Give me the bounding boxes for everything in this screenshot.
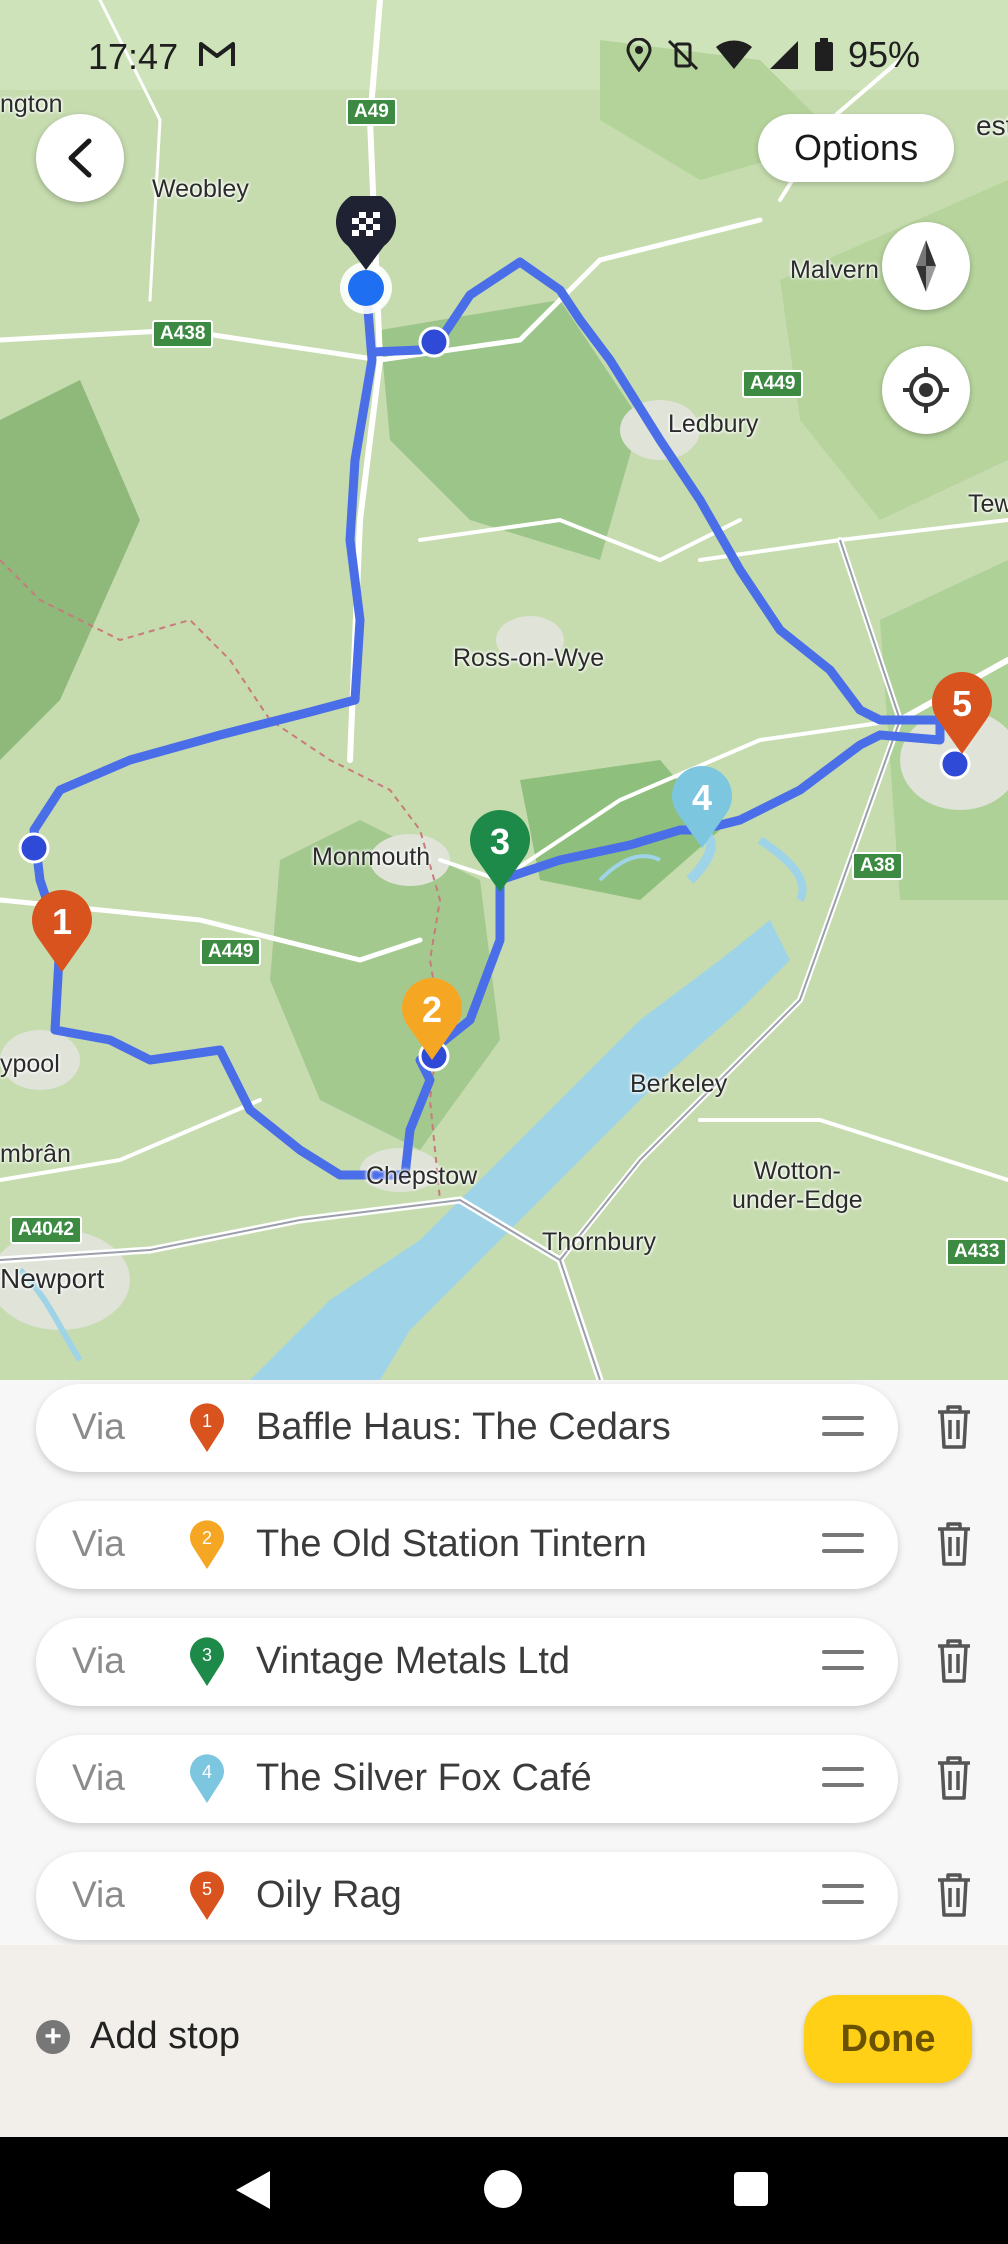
delete-stop-1-icon[interactable] xyxy=(934,1404,974,1450)
drag-handle-icon[interactable] xyxy=(822,1884,864,1908)
compass-icon xyxy=(916,240,936,292)
road-shield: A4042 xyxy=(10,1216,82,1244)
road-shield: A38 xyxy=(852,852,903,880)
stop-pin-icon: 3 xyxy=(190,1637,224,1686)
stop-name: Vintage Metals Ltd xyxy=(256,1640,571,1682)
delete-stop-3-icon[interactable] xyxy=(934,1638,974,1684)
stop-via-label: Via xyxy=(72,1757,125,1798)
add-stop-button[interactable]: + Add stop xyxy=(36,2015,240,2058)
place-label: Monmouth xyxy=(312,843,431,871)
place-label: Chepstow xyxy=(366,1162,478,1190)
stop-pin-number: 3 xyxy=(202,1645,212,1665)
stop-row[interactable]: Via 5 Oily Rag xyxy=(36,1852,898,1940)
stop-row[interactable]: Via 1 Baffle Haus: The Cedars xyxy=(36,1384,898,1472)
drag-handle-icon[interactable] xyxy=(822,1650,864,1674)
nav-back-icon[interactable] xyxy=(236,2171,270,2209)
nav-recents-icon[interactable] xyxy=(734,2172,768,2206)
stop-name: The Silver Fox Café xyxy=(256,1757,592,1799)
place-label: Weobley xyxy=(152,175,249,203)
battery-icon xyxy=(814,38,833,71)
stop-pin-icon: 4 xyxy=(190,1754,224,1803)
stops-panel: Via 1 Baffle Haus: The Cedars Via 2 The … xyxy=(0,1380,1008,1945)
stop-1-marker[interactable]: 1 xyxy=(30,888,94,974)
options-button[interactable]: Options xyxy=(758,114,955,182)
stop-3-marker-label: 3 xyxy=(490,821,510,862)
bottom-action-bar: + Add stop Done xyxy=(0,1945,1008,2137)
place-label: Berkeley xyxy=(630,1070,728,1098)
plus-icon: + xyxy=(36,2019,70,2054)
signal-icon xyxy=(769,41,798,69)
place-label: Malvern xyxy=(790,256,879,284)
drag-handle-icon[interactable] xyxy=(822,1533,864,1557)
destination-flag-icon[interactable] xyxy=(334,196,398,272)
stop-pin-icon: 1 xyxy=(190,1403,224,1452)
place-label: Ledbury xyxy=(668,410,759,438)
route-map[interactable]: ngton Weobley Malvern Ledbury Tew Ross-o… xyxy=(0,0,1008,1380)
stop-4-marker[interactable]: 4 xyxy=(670,764,734,850)
stop-2-marker-label: 2 xyxy=(422,989,442,1030)
stop-via-label: Via xyxy=(72,1523,125,1564)
stop-row[interactable]: Via 2 The Old Station Tintern xyxy=(36,1501,898,1589)
compass-button[interactable] xyxy=(882,222,970,310)
place-label: Newport xyxy=(0,1263,105,1294)
stop-1-marker-label: 1 xyxy=(52,901,72,942)
stop-pin-icon: 2 xyxy=(190,1520,224,1569)
location-icon xyxy=(626,38,652,72)
delete-stop-2-icon[interactable] xyxy=(934,1521,974,1567)
gmail-icon xyxy=(199,42,235,66)
place-label: ypool xyxy=(0,1050,60,1078)
place-label: Thornbury xyxy=(542,1228,656,1256)
system-nav-bar xyxy=(0,2137,1008,2244)
stop-name: Oily Rag xyxy=(256,1874,402,1916)
stop-name: The Old Station Tintern xyxy=(256,1523,647,1565)
place-label: mbrân xyxy=(0,1140,71,1168)
place-label: Tew xyxy=(968,490,1008,518)
stop-via-label: Via xyxy=(72,1640,125,1681)
add-stop-label: Add stop xyxy=(90,2015,240,2057)
stop-row[interactable]: Via 3 Vintage Metals Ltd xyxy=(36,1618,898,1706)
place-label: Wotton- under-Edge xyxy=(732,1157,863,1214)
stop-pin-number: 1 xyxy=(202,1411,212,1431)
stop-pin-number: 2 xyxy=(202,1528,212,1548)
stop-4-marker-label: 4 xyxy=(692,777,712,818)
drag-handle-icon[interactable] xyxy=(822,1416,864,1440)
place-label: est xyxy=(976,110,1008,141)
status-right-icons: 95% xyxy=(626,34,920,76)
stop-pin-number: 4 xyxy=(202,1762,212,1782)
nav-home-icon[interactable] xyxy=(484,2170,522,2208)
stop-via-label: Via xyxy=(72,1874,125,1915)
stop-2-marker[interactable]: 2 xyxy=(400,976,464,1062)
back-button[interactable] xyxy=(36,114,124,202)
wifi-icon xyxy=(715,40,752,69)
stop-row[interactable]: Via 4 The Silver Fox Café xyxy=(36,1735,898,1823)
road-shield: A449 xyxy=(200,938,262,966)
locate-me-button[interactable] xyxy=(882,346,970,434)
chevron-left-icon xyxy=(68,138,92,178)
place-label: Ross-on-Wye xyxy=(453,644,605,672)
drag-handle-icon[interactable] xyxy=(822,1767,864,1791)
battery-percent: 95% xyxy=(847,34,920,75)
stop-via-label: Via xyxy=(72,1406,125,1447)
stop-3-marker[interactable]: 3 xyxy=(468,808,532,894)
status-bar: 17:47 95% xyxy=(0,0,1008,110)
status-time: 17:47 xyxy=(88,36,179,77)
road-shield: A433 xyxy=(946,1238,1008,1266)
delete-stop-5-icon[interactable] xyxy=(934,1872,974,1918)
delete-stop-4-icon[interactable] xyxy=(934,1755,974,1801)
stop-pin-icon: 5 xyxy=(190,1871,224,1920)
road-shield: A438 xyxy=(152,320,214,348)
crosshair-icon xyxy=(903,367,949,413)
done-button[interactable]: Done xyxy=(804,1995,972,2083)
stop-name: Baffle Haus: The Cedars xyxy=(256,1406,671,1448)
vibrate-off-icon xyxy=(667,39,698,71)
stop-5-marker-label: 5 xyxy=(952,683,972,724)
stop-5-marker[interactable]: 5 xyxy=(930,670,994,756)
road-shield: A449 xyxy=(742,370,804,398)
stop-pin-number: 5 xyxy=(202,1879,212,1899)
